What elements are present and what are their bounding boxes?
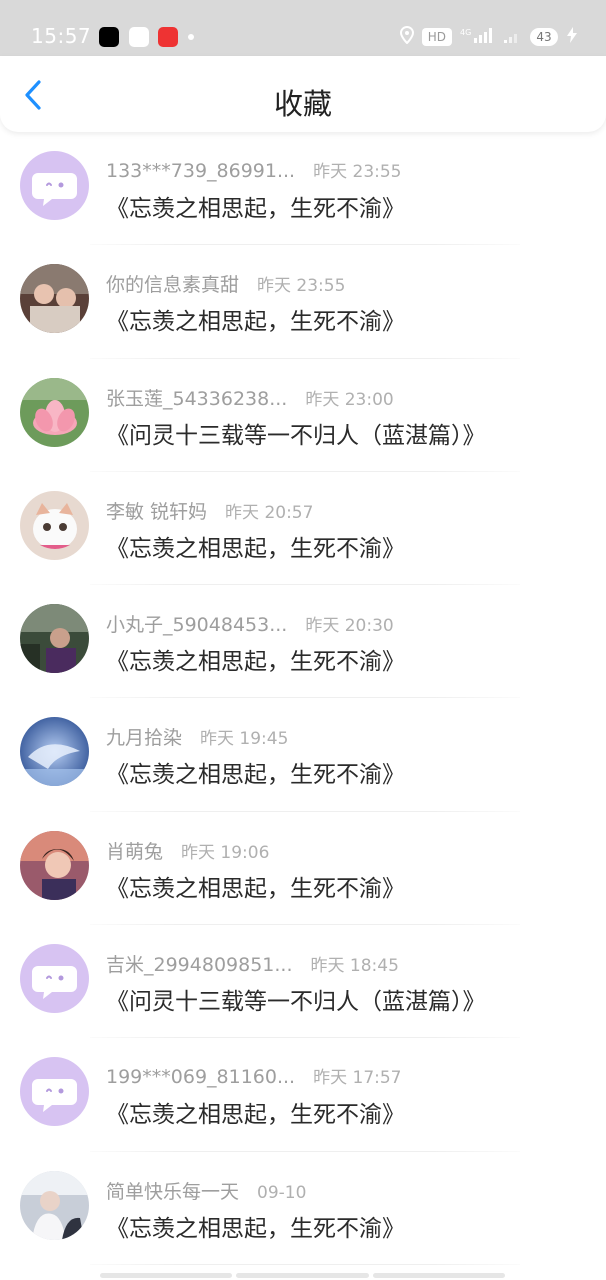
item-meta: 吉米_2994809851... 昨天 18:45: [106, 950, 399, 977]
list-item[interactable]: 你的信息素真甜 昨天 23:55 《忘羡之相思起，生死不渝》: [0, 245, 606, 359]
user-photo-avatar[interactable]: [20, 830, 89, 900]
default-avatar-icon[interactable]: [20, 1057, 89, 1127]
book-title[interactable]: 《忘羡之相思起，生死不渝》: [106, 1095, 405, 1129]
charging-icon: [566, 26, 578, 48]
list-item[interactable]: 简单快乐每一天 09-10 《忘羡之相思起，生死不渝》: [0, 1152, 606, 1265]
user-name: 张玉莲_54336238...: [106, 387, 288, 410]
hd-badge: HD: [421, 28, 452, 46]
book-title[interactable]: 《忘羡之相思起，生死不渝》: [106, 755, 405, 789]
list-item[interactable]: 李敏 锐轩妈 昨天 20:57 《忘羡之相思起，生死不渝》: [0, 472, 606, 586]
item-meta: 张玉莲_54336238... 昨天 23:00: [106, 384, 394, 411]
status-time: 15:57: [31, 24, 92, 48]
timestamp: 昨天 23:55: [257, 276, 346, 297]
list-item[interactable]: 肖萌兔 昨天 19:06 《忘羡之相思起，生死不渝》: [0, 812, 606, 926]
page-header: 收藏: [0, 56, 606, 132]
user-name: 199***069_81160...: [106, 1066, 296, 1089]
lotus-avatar[interactable]: [20, 377, 89, 447]
user-name: 133***739_86991...: [106, 160, 296, 182]
book-title[interactable]: 《忘羡之相思起，生死不渝》: [106, 529, 405, 563]
book-title[interactable]: 《忘羡之相思起，生死不渝》: [106, 869, 405, 903]
item-meta: 133***739_86991... 昨天 23:55: [106, 157, 402, 182]
timestamp: 昨天 20:57: [225, 502, 314, 523]
status-bar: 15:57 HD 4G 43: [0, 0, 606, 56]
default-avatar-icon[interactable]: [20, 944, 89, 1014]
timestamp: 昨天 20:30: [305, 616, 394, 637]
book-title[interactable]: 《问灵十三载等一不归人（蓝湛篇）》: [106, 416, 486, 450]
item-meta: 你的信息素真甜 昨天 23:55: [106, 270, 345, 297]
user-name: 九月拾染: [106, 727, 183, 750]
status-indicators: HD 4G 43: [399, 25, 578, 48]
item-meta: 199***069_81160... 昨天 17:57: [106, 1063, 402, 1088]
user-name: 李敏 锐轩妈: [106, 500, 208, 523]
user-name: 肖萌兔: [106, 840, 164, 863]
battery-icon: 43: [530, 28, 558, 46]
wifi-off-icon: [502, 26, 522, 48]
browser-app-icon: [129, 27, 149, 47]
timestamp: 昨天 19:45: [200, 729, 289, 750]
user-name: 你的信息素真甜: [106, 274, 240, 297]
timestamp: 昨天 17:57: [313, 1068, 402, 1089]
list-item[interactable]: 小丸子_59048453... 昨天 20:30 《忘羡之相思起，生死不渝》: [0, 585, 606, 699]
location-icon: [399, 25, 414, 48]
blue-scene-avatar[interactable]: [20, 717, 89, 787]
timestamp: 昨天 23:00: [305, 389, 394, 410]
item-meta: 小丸子_59048453... 昨天 20:30: [106, 610, 394, 637]
shopping-app-icon: [158, 27, 178, 47]
divider: [90, 1263, 520, 1265]
book-title[interactable]: 《忘羡之相思起，生死不渝》: [106, 1209, 405, 1243]
book-title[interactable]: 《忘羡之相思起，生死不渝》: [106, 642, 405, 676]
user-photo-avatar[interactable]: [20, 1170, 89, 1240]
svg-text:4G: 4G: [460, 28, 471, 37]
page-title: 收藏: [273, 87, 332, 121]
book-title[interactable]: 《忘羡之相思起，生死不渝》: [106, 302, 405, 336]
item-meta: 九月拾染 昨天 19:45: [106, 723, 288, 750]
user-name: 简单快乐每一天: [106, 1180, 240, 1203]
timestamp: 昨天 23:55: [313, 162, 402, 182]
list-item[interactable]: 张玉莲_54336238... 昨天 23:00 《问灵十三载等一不归人（蓝湛篇…: [0, 359, 606, 472]
user-name: 小丸子_59048453...: [106, 614, 288, 637]
user-photo-avatar[interactable]: [20, 264, 89, 334]
favorites-list: 133***739_86991... 昨天 23:55 《忘羡之相思起，生死不渝…: [0, 132, 606, 1265]
user-photo-avatar[interactable]: [20, 604, 89, 674]
book-title[interactable]: 《问灵十三载等一不归人（蓝湛篇）》: [106, 982, 486, 1016]
list-item[interactable]: 199***069_81160... 昨天 17:57 《忘羡之相思起，生死不渝…: [0, 1038, 606, 1152]
signal-icon: 4G: [460, 26, 494, 48]
timestamp: 昨天 19:06: [181, 842, 270, 863]
item-meta: 肖萌兔 昨天 19:06: [106, 837, 269, 864]
timestamp: 昨天 18:45: [310, 956, 399, 977]
capcut-app-icon: [99, 27, 119, 47]
cat-avatar[interactable]: [20, 490, 89, 560]
list-item[interactable]: 吉米_2994809851... 昨天 18:45 《问灵十三载等一不归人（蓝湛…: [0, 925, 606, 1039]
default-avatar-icon[interactable]: [20, 151, 89, 220]
list-item[interactable]: 九月拾染 昨天 19:45 《忘羡之相思起，生死不渝》: [0, 698, 606, 812]
user-name: 吉米_2994809851...: [106, 954, 293, 977]
item-meta: 李敏 锐轩妈 昨天 20:57: [106, 497, 313, 524]
list-item[interactable]: 133***739_86991... 昨天 23:55 《忘羡之相思起，生死不渝…: [0, 132, 606, 246]
book-title[interactable]: 《忘羡之相思起，生死不渝》: [106, 189, 405, 223]
bottom-edge: [100, 1273, 505, 1278]
notification-dot-icon: [188, 34, 194, 40]
item-meta: 简单快乐每一天 09-10: [106, 1177, 306, 1204]
timestamp: 09-10: [257, 1182, 307, 1203]
